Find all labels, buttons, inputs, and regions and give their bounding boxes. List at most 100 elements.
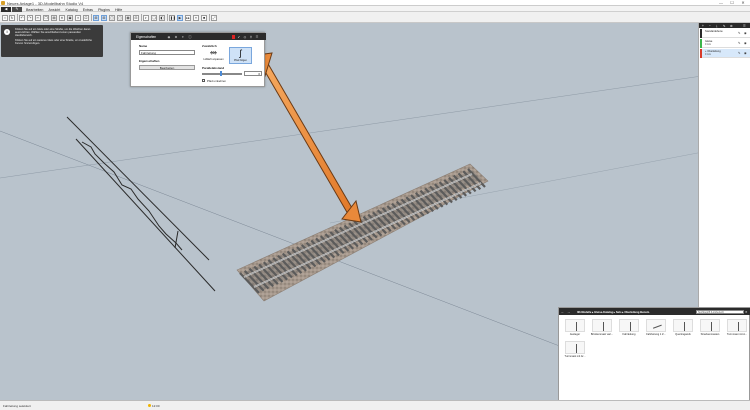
layer-menu-icon[interactable]: ☰ [743, 24, 746, 28]
layer-visibility-icon[interactable]: ◉ [744, 51, 747, 55]
edit-button[interactable]: Bearbeiten [139, 65, 195, 70]
catalog-back-icon[interactable]: ← [561, 310, 564, 314]
import-layer-icon[interactable]: ⤓ [716, 24, 717, 28]
view-icon[interactable]: ◧ [159, 14, 165, 21]
reverse-path-checkbox[interactable] [202, 79, 205, 82]
catalog-tile[interactable]: Turmmast mit A... [724, 319, 750, 339]
edit-mode-button[interactable]: ✎ [12, 6, 22, 12]
name-label: Name [139, 44, 148, 48]
layer-visibility-icon[interactable]: ◉ [744, 41, 747, 45]
pause-icon[interactable]: ❚❚ [169, 14, 176, 21]
parallel-label: Parallelabstand [202, 66, 225, 70]
catalog-breadcrumb[interactable]: 3D-Modelle ▸ Gleise-Katalog ▸ Sets ▸ Obe… [577, 310, 650, 314]
active-indicator [232, 34, 235, 39]
app-logo-icon [1, 1, 5, 5]
menu-plugins[interactable]: Plugins [98, 8, 110, 12]
move-tool-icon[interactable]: ⊞ [101, 14, 107, 21]
redo-icon[interactable]: ↷ [27, 14, 33, 21]
reload-icon[interactable]: ↻ [9, 14, 15, 21]
hint-text-2: Klicken Sie auf ein weiteres Gleis oder … [15, 39, 92, 46]
catalog-tile[interactable]: Ausleger [562, 319, 588, 339]
layer-edit-icon[interactable]: ✎ [738, 41, 741, 45]
properties-tab-icon[interactable]: ◉ [167, 35, 171, 39]
mode-adjust-button[interactable]: ⥈ Lidläuft anpassen [202, 47, 225, 64]
toolbar-divider [209, 14, 210, 21]
eye-icon[interactable]: ◎ [243, 35, 247, 39]
parallel-slider[interactable] [202, 73, 242, 75]
window-title: Neues Anlage1 - 3D-Modellbahn Studio V4 [7, 0, 84, 6]
add-layer-icon[interactable]: + [702, 24, 704, 28]
menu-katalog[interactable]: Katalog [65, 8, 77, 12]
rotate-tool-icon[interactable]: ◫ [109, 14, 115, 21]
tile-thumbnail [565, 341, 585, 354]
copy-icon[interactable]: ❐ [43, 14, 49, 21]
scale-tool-icon[interactable]: ◫ [117, 14, 123, 21]
menu-bearbeiten[interactable]: Bearbeiten [26, 8, 43, 12]
layer-settings-icon[interactable]: ⚙ [730, 24, 733, 28]
back-nav-button[interactable]: ◀ [1, 6, 11, 12]
lock-icon[interactable]: ⊡ [83, 14, 89, 21]
menu-extras[interactable]: Extras [83, 8, 93, 12]
catalog-close-button[interactable]: ✕ [745, 310, 748, 314]
tile-thumbnail [700, 319, 720, 332]
remove-layer-icon[interactable]: − [709, 24, 711, 28]
parallel-value-field[interactable]: 0 [244, 71, 262, 76]
edit-layer-icon[interactable]: ✎ [723, 24, 726, 28]
snap-tool-icon[interactable]: ⊟ [133, 14, 139, 21]
animation-tab-icon[interactable]: ✦ [181, 35, 185, 39]
layer-color-swatch [700, 39, 702, 48]
menu-ansicht[interactable]: Ansicht [49, 8, 61, 12]
step-icon[interactable]: ▸▸ [185, 14, 191, 21]
play-icon[interactable]: ▶ [177, 14, 183, 21]
layer-edit-icon[interactable]: ✎ [738, 31, 741, 35]
stop-icon[interactable]: ■ [201, 14, 207, 21]
save-icon[interactable]: ▪ [2, 14, 8, 21]
mode-curve-label: Pfad folgen [233, 59, 248, 62]
layers-icon[interactable]: ❏ [151, 14, 157, 21]
catalog-tile[interactable]: Brückenmast vari... [589, 319, 615, 339]
group-icon[interactable]: ▣ [67, 14, 73, 21]
camera-icon[interactable]: ◐ [143, 14, 149, 21]
catalog-tile[interactable]: Fahrleitung [616, 319, 642, 339]
fast-forward-icon[interactable]: » [193, 14, 199, 21]
paste-icon[interactable]: ▤ [51, 14, 57, 21]
tile-thumbnail [673, 319, 693, 332]
info-tab-icon[interactable]: ⓘ [188, 35, 192, 39]
parallel-slider-handle[interactable] [220, 71, 222, 76]
menu-hilfe[interactable]: Hilfe [115, 8, 122, 12]
sun-icon[interactable] [148, 404, 151, 407]
align-icon[interactable]: ≡ [75, 14, 81, 21]
toolbar: ▪ ↻ ↶ ↷ ✂ ❐ ▤ ✕ ▣ ≡ ⊡ ⊞ ⊞ ◫ ◫ ▦ ⊟ ◐ ❏ ◧ … [0, 12, 750, 23]
select-tool-icon[interactable]: ⊞ [93, 14, 99, 21]
name-input[interactable]: Fahrleitung [139, 50, 195, 55]
layer-edit-icon[interactable]: ✎ [738, 51, 741, 55]
undo-icon[interactable]: ↶ [19, 14, 25, 21]
mode-follow-path-button[interactable]: ʃ Pfad folgen [229, 47, 252, 64]
catalog-tile[interactable]: Quertragwerk [670, 319, 696, 339]
pin-icon[interactable]: ✔ [237, 35, 241, 39]
grid-tool-icon[interactable]: ▦ [125, 14, 131, 21]
layer-item-oberleitung[interactable]: + Oberleitung 0 mm ✎ ◉ [700, 49, 750, 58]
link-icon[interactable]: ⚲ [249, 35, 253, 39]
catalog-tile[interactable]: Streckenmasten [697, 319, 723, 339]
fullscreen-icon[interactable]: ⤢ [211, 14, 217, 21]
settings-tab-icon[interactable]: ⚙ [174, 35, 178, 39]
layer-visibility-icon[interactable]: ◉ [744, 31, 747, 35]
properties-panel: Eigenschaften ◉ ⚙ ✦ ⓘ ✔ ◎ ⚲ ☰ Name Fahrl… [130, 32, 266, 87]
catalog-forward-icon[interactable]: → [567, 310, 570, 314]
menu-icon[interactable]: ☰ [255, 35, 259, 39]
hint-text-1: Klicken Sie auf ein Gleis oder eine Stra… [15, 28, 91, 38]
reverse-path-label: Pfad umkehren [207, 78, 226, 83]
layer-item-gleise[interactable]: Gleise 0 mm ✎ ◉ [700, 39, 750, 48]
catalog-tile[interactable]: Turmmast mit Ar... [562, 341, 588, 361]
layer-item-standardebene[interactable]: Standardebene ✎ ◉ [700, 29, 750, 38]
catalog-search-input[interactable]: Suchbegriff (Lombert+K) [696, 309, 744, 314]
properties-header: Eigenschaften ◉ ⚙ ✦ ⓘ ✔ ◎ ⚲ ☰ [131, 33, 266, 40]
adjust-icon: ⥈ [209, 47, 218, 57]
layers-toolbar: + − ⤓ ✎ ⚙ ☰ [699, 23, 750, 28]
cut-icon[interactable]: ✂ [35, 14, 41, 21]
scene-time[interactable]: 12:00 [152, 404, 160, 408]
catalog-tile[interactable]: Fahrleitung 1 Z... [643, 319, 669, 339]
delete-icon[interactable]: ✕ [59, 14, 65, 21]
toolbar-divider [167, 14, 168, 21]
